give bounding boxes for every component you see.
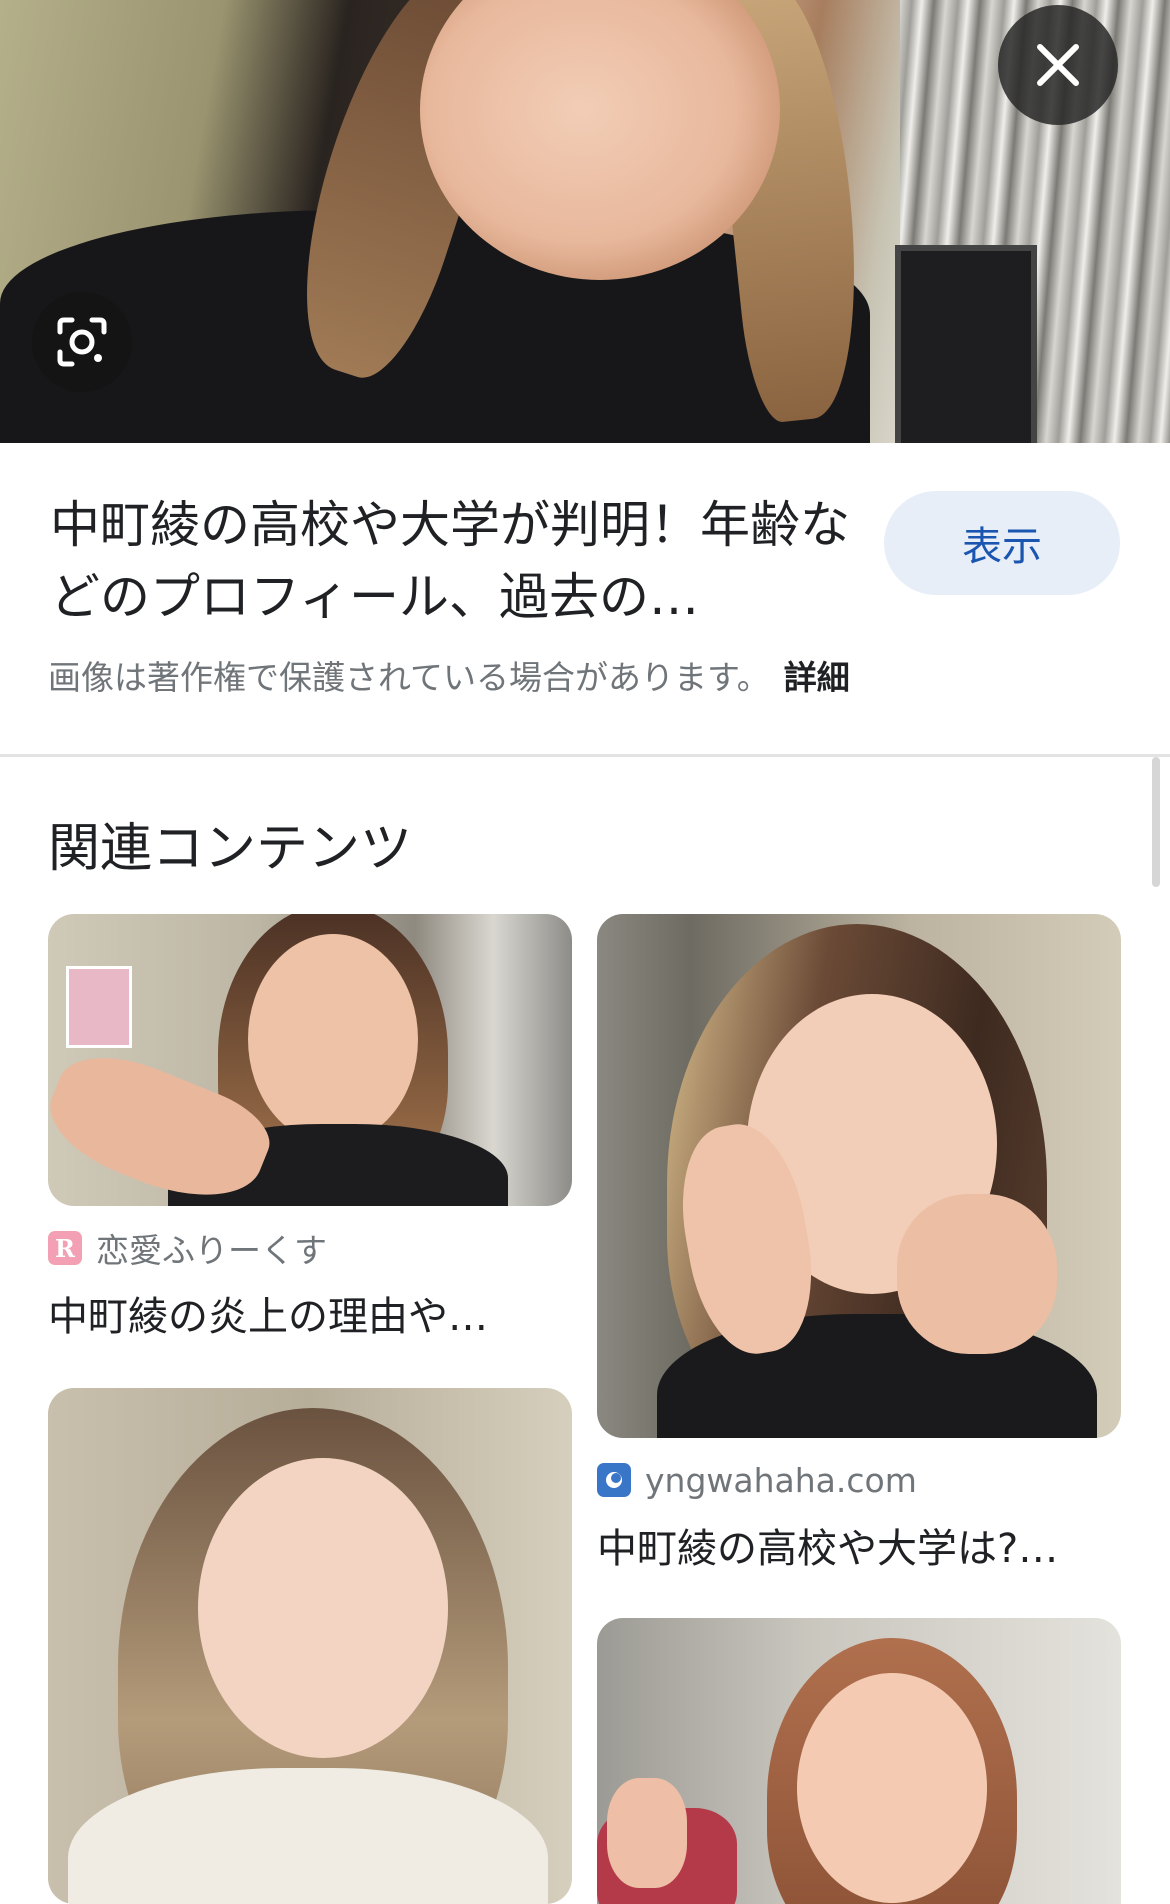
source-row: R 恋愛ふりーくす	[48, 1226, 572, 1270]
details-link[interactable]: 詳細	[784, 658, 850, 697]
r-logo-icon: R	[55, 1233, 75, 1263]
image-viewer-page: 中町綾の高校や大学が判明！年齢などのプロフィール、過去の… 表示 画像は著作権で…	[0, 0, 1170, 1904]
source-name: yngwahaha.com	[645, 1460, 917, 1500]
source-favicon	[597, 1463, 631, 1497]
scrollbar[interactable]	[1152, 757, 1160, 887]
source-row: yngwahaha.com	[597, 1458, 1121, 1502]
copyright-notice: 画像は著作権で保護されている場合があります。 詳細	[48, 651, 850, 699]
view-button[interactable]: 表示	[884, 491, 1120, 595]
related-card[interactable]	[48, 1388, 572, 1904]
section-divider	[0, 754, 1170, 757]
related-card[interactable]	[597, 1618, 1121, 1904]
related-thumbnail[interactable]	[597, 1618, 1121, 1904]
related-thumbnail[interactable]	[48, 1388, 572, 1904]
related-card[interactable]: yngwahaha.com 中町綾の高校や大学は?…	[597, 914, 1121, 1574]
close-button[interactable]	[998, 5, 1118, 125]
related-card[interactable]: R 恋愛ふりーくす 中町綾の炎上の理由や…	[48, 914, 572, 1342]
source-favicon: R	[48, 1231, 82, 1265]
hero-image[interactable]	[0, 0, 1170, 443]
lens-search-icon	[57, 317, 107, 367]
related-thumbnail[interactable]	[597, 914, 1121, 1438]
related-card-title[interactable]: 中町綾の炎上の理由や…	[48, 1284, 572, 1342]
hero-tv	[895, 245, 1037, 443]
image-info-panel: 中町綾の高校や大学が判明！年齢などのプロフィール、過去の… 表示 画像は著作権で…	[0, 443, 1170, 755]
source-name: 恋愛ふりーくす	[96, 1231, 327, 1270]
page-title[interactable]: 中町綾の高校や大学が判明！年齢などのプロフィール、過去の…	[50, 489, 860, 633]
close-icon	[1037, 44, 1079, 86]
related-heading: 関連コンテンツ	[48, 819, 413, 879]
copyright-text: 画像は著作権で保護されている場合があります。	[48, 658, 770, 697]
related-card-title[interactable]: 中町綾の高校や大学は?…	[597, 1516, 1121, 1574]
related-thumbnail[interactable]	[48, 914, 572, 1206]
circle-logo-icon	[606, 1472, 622, 1488]
lens-search-button[interactable]	[32, 292, 132, 392]
